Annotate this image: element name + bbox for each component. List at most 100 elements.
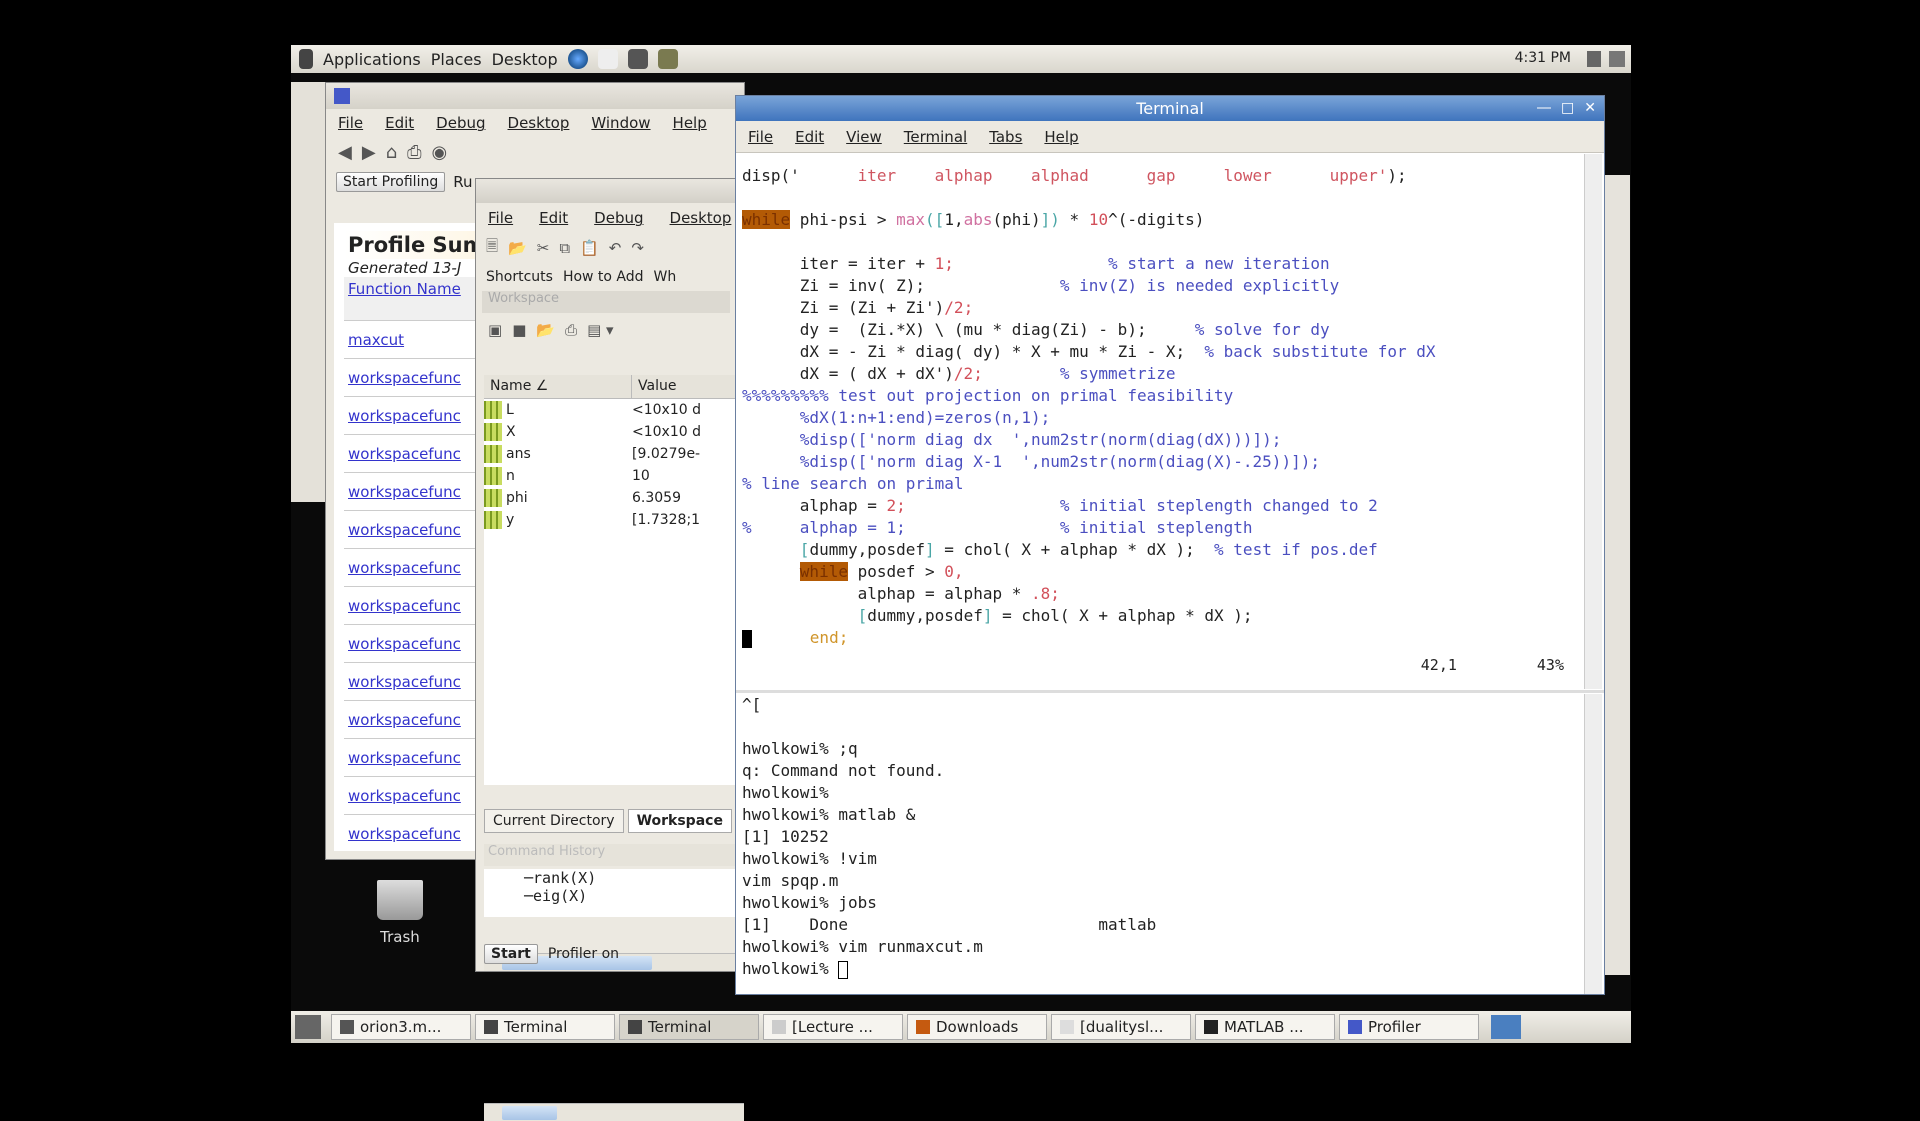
menu-help[interactable]: Help — [1044, 128, 1078, 146]
code-token: [ — [857, 606, 868, 625]
clock[interactable]: 4:31 PM — [1515, 50, 1571, 66]
code-token: % test if pos.def — [1214, 540, 1378, 559]
workspace-row[interactable]: n 10 — [484, 465, 736, 487]
menu-applications[interactable]: Applications — [323, 50, 421, 69]
taskbar-item[interactable]: orion3.m... — [331, 1014, 471, 1040]
menu-desktop[interactable]: Desktop — [670, 209, 732, 227]
workspace-row[interactable]: X <10x10 d — [484, 421, 736, 443]
column-value[interactable]: Value — [632, 375, 682, 398]
maximize-button[interactable]: □ — [1561, 96, 1574, 121]
import-icon[interactable]: 📂 — [536, 321, 555, 339]
show-desktop-icon[interactable] — [295, 1015, 321, 1039]
volume-icon[interactable] — [1587, 51, 1601, 67]
shell-output[interactable]: ^[hwolkowi% ;q q: Command not found. hwolk… — [742, 694, 1584, 980]
network-icon[interactable] — [1609, 51, 1625, 67]
workspace-row[interactable]: ans [9.0279e- — [484, 443, 736, 465]
taskbar-label: Terminal — [648, 1018, 712, 1036]
code-token: 10 — [1088, 210, 1109, 229]
shortcut-how-to-add[interactable]: How to Add — [563, 269, 644, 285]
tab-workspace[interactable]: Workspace — [627, 809, 732, 833]
tab-current-directory[interactable]: Current Directory — [484, 809, 624, 833]
taskbar-item[interactable]: MATLAB ... — [1195, 1014, 1335, 1040]
save-icon[interactable]: ■ — [512, 321, 526, 339]
matrix-icon — [484, 511, 502, 529]
paste-icon[interactable]: 📋 — [580, 239, 599, 257]
home-icon[interactable]: ⌂ — [386, 142, 397, 163]
code-token: max — [896, 210, 926, 229]
terminal-titlebar[interactable]: Terminal ― □ ✕ — [736, 96, 1604, 121]
find-icon[interactable]: ◉ — [432, 142, 448, 163]
terminal-launcher-icon[interactable] — [627, 49, 648, 69]
menu-desktop[interactable]: Desktop — [492, 50, 558, 69]
matlab-titlebar[interactable] — [476, 179, 736, 203]
cut-icon[interactable]: ✂ — [537, 239, 550, 257]
trash-desktop-icon[interactable]: Trash — [370, 880, 430, 946]
menu-window[interactable]: Window — [591, 114, 650, 132]
open-icon[interactable]: 📂 — [508, 239, 527, 257]
taskbar-item[interactable]: [Lecture ... — [763, 1014, 903, 1040]
column-name[interactable]: Name ∠ — [484, 375, 632, 398]
menu-help[interactable]: Help — [673, 114, 707, 132]
workspace-row[interactable]: y [1.7328;1 — [484, 509, 736, 531]
undo-icon[interactable]: ↶ — [609, 239, 622, 257]
taskbar-item[interactable]: Terminal — [475, 1014, 615, 1040]
taskbar-label: MATLAB ... — [1224, 1018, 1304, 1036]
history-item[interactable]: ─rank(X) — [524, 869, 736, 887]
menu-edit[interactable]: Edit — [385, 114, 414, 132]
menu-edit[interactable]: Edit — [539, 209, 568, 227]
code-token: = chol( X + alphap * dX ); — [992, 606, 1253, 625]
matlab-toolbar: 🗏 📂 ✂ ⧉ 📋 ↶ ↷ — [476, 233, 736, 263]
menu-debug[interactable]: Debug — [594, 209, 643, 227]
menu-tabs[interactable]: Tabs — [989, 128, 1022, 146]
editor-launcher-icon[interactable] — [657, 49, 678, 69]
code-line: [dummy,posdef] = chol( X + alphap * dX )… — [742, 605, 1584, 627]
variable-name-cell: phi — [484, 489, 632, 507]
plot-icon[interactable]: ▤ ▾ — [587, 321, 613, 339]
taskbar-item[interactable]: [dualitysl... — [1051, 1014, 1191, 1040]
code-token: ^(-digits) — [1108, 210, 1205, 229]
shell-line: [1] Done matlab — [742, 914, 1584, 936]
menu-desktop[interactable]: Desktop — [508, 114, 570, 132]
menu-view[interactable]: View — [846, 128, 882, 146]
new-file-icon[interactable]: 🗏 — [486, 236, 498, 261]
menu-terminal[interactable]: Terminal — [904, 128, 967, 146]
menu-file[interactable]: File — [488, 209, 513, 227]
vim-editor[interactable]: disp(' iter alphap alphad gap lower uppe… — [736, 154, 1584, 689]
cursor — [838, 960, 849, 979]
shell-scrollbar[interactable] — [1584, 694, 1602, 994]
mail-icon[interactable] — [597, 49, 618, 69]
start-button[interactable]: Start — [484, 944, 538, 964]
pane-divider[interactable] — [736, 690, 1604, 693]
workspace-row[interactable]: L <10x10 d — [484, 399, 736, 421]
back-icon[interactable]: ◀ — [338, 142, 352, 163]
code-token: end; — [809, 628, 849, 647]
close-button[interactable]: ✕ — [1584, 96, 1596, 121]
profiler-titlebar[interactable] — [326, 83, 744, 109]
taskbar-item[interactable]: Terminal — [619, 1014, 759, 1040]
forward-icon[interactable]: ▶ — [362, 142, 376, 163]
variable-name: X — [506, 424, 516, 440]
print-icon[interactable]: ⎙ — [565, 321, 577, 339]
minimize-button[interactable]: ― — [1537, 96, 1551, 121]
start-profiling-button[interactable]: Start Profiling — [336, 172, 446, 192]
menu-edit[interactable]: Edit — [795, 128, 824, 146]
taskbar-item[interactable]: Downloads — [907, 1014, 1047, 1040]
menu-debug[interactable]: Debug — [436, 114, 485, 132]
menu-places[interactable]: Places — [431, 50, 482, 69]
workspace-switcher[interactable] — [1491, 1015, 1521, 1039]
print-icon[interactable]: ⎙ — [407, 142, 421, 163]
taskbar-item[interactable]: Profiler — [1339, 1014, 1479, 1040]
redo-icon[interactable]: ↷ — [631, 239, 644, 257]
vim-scrollbar[interactable] — [1584, 154, 1602, 689]
copy-icon[interactable]: ⧉ — [559, 239, 570, 257]
new-variable-icon[interactable]: ▣ — [488, 321, 502, 339]
workspace-row[interactable]: phi 6.3059 — [484, 487, 736, 509]
history-hscrollbar[interactable] — [484, 1103, 744, 1121]
trash-label: Trash — [380, 928, 420, 946]
menu-file[interactable]: File — [748, 128, 773, 146]
history-item[interactable]: ─eig(X) — [524, 887, 736, 905]
menu-file[interactable]: File — [338, 114, 363, 132]
shortcut-whats-new[interactable]: Wh — [654, 269, 677, 285]
browser-icon[interactable] — [567, 49, 588, 69]
